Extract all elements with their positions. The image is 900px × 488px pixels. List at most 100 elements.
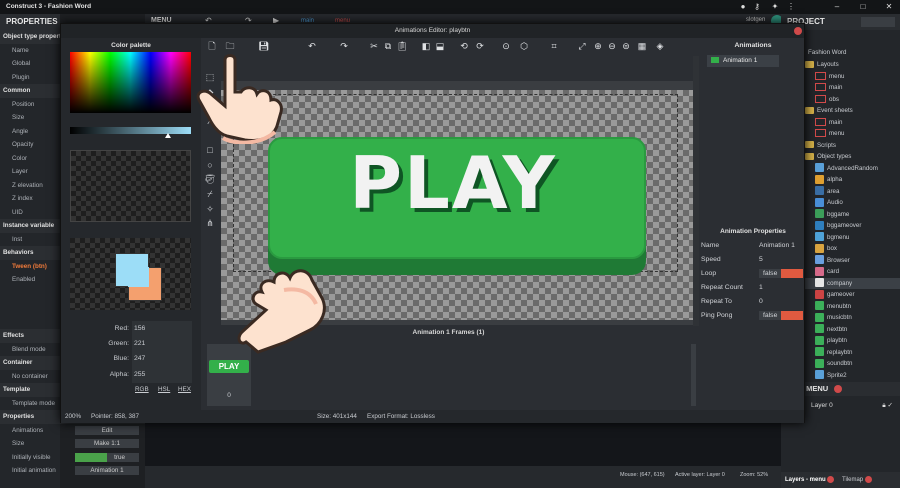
project-item[interactable]: alpha — [801, 174, 900, 186]
paste-icon[interactable]: 📋︎ — [395, 40, 409, 53]
animation-property-value[interactable]: 0 — [759, 295, 763, 309]
flip-horizontal-icon[interactable]: ◧ — [419, 40, 433, 53]
project-item[interactable]: menubtn — [801, 301, 900, 313]
project-item[interactable]: Scripts — [801, 140, 900, 152]
user-icon[interactable]: ● — [738, 2, 748, 12]
animation-property-row[interactable]: Repeat Count 1 — [701, 281, 805, 295]
project-item[interactable]: card — [801, 266, 900, 278]
animation-item[interactable]: Animation 1 — [707, 55, 779, 67]
project-item[interactable]: Sprite2 — [801, 370, 900, 382]
origin-point-icon[interactable]: ✧ — [203, 202, 217, 216]
ellipse-tool-icon[interactable]: ○ — [203, 158, 217, 172]
property-section[interactable]: Instance variable — [0, 219, 60, 233]
project-item[interactable]: box — [801, 243, 900, 255]
property-row[interactable]: Tween (btn) — [0, 260, 60, 274]
property-row[interactable]: Initial animation Animation 1 — [0, 464, 145, 478]
collision-icon[interactable]: ⬡ — [517, 40, 531, 53]
project-item[interactable]: musicbtn — [801, 312, 900, 324]
project-search[interactable] — [861, 17, 895, 27]
project-item[interactable]: Object types — [801, 151, 900, 163]
project-item[interactable]: menu — [801, 71, 900, 83]
animation-property-row[interactable]: Speed 5 — [701, 253, 805, 267]
tab-tilemap-close[interactable] — [864, 475, 872, 483]
rgb-mode[interactable]: RGB — [135, 386, 149, 393]
property-row[interactable]: Layer — [0, 165, 60, 179]
key-icon[interactable]: ⚷ — [752, 2, 762, 12]
brightness-slider[interactable] — [70, 127, 191, 134]
animation-property-row[interactable]: Repeat To 0 — [701, 295, 805, 309]
zoom-in-icon[interactable]: ⊕ — [591, 40, 605, 53]
copy-icon[interactable]: ⧉ — [381, 40, 395, 53]
property-value[interactable]: Edit — [75, 425, 139, 435]
color-spectrum[interactable] — [70, 52, 191, 113]
property-section[interactable]: Object type propert — [0, 30, 61, 44]
project-item[interactable]: obs — [801, 94, 900, 106]
project-item[interactable]: main — [801, 117, 900, 129]
property-value[interactable]: Animation 1 — [75, 466, 139, 475]
project-item[interactable]: menu — [801, 128, 900, 140]
hex-mode[interactable]: HEX — [178, 386, 191, 393]
property-row[interactable]: Inst — [0, 233, 60, 247]
crop-icon[interactable]: ⌗ — [547, 40, 561, 53]
dialog-close-icon[interactable] — [794, 27, 802, 35]
property-value[interactable]: true — [75, 452, 139, 462]
eyedropper-tool-icon[interactable]: ⌿ — [203, 187, 217, 201]
property-row[interactable]: Animations Edit — [0, 424, 145, 438]
property-row[interactable]: Angle — [0, 125, 60, 139]
undo-icon[interactable]: ↶ — [305, 40, 319, 53]
project-item[interactable]: company — [801, 277, 900, 289]
layer-row[interactable]: Layer 0 🔒︎ ✓ — [789, 400, 897, 411]
property-value[interactable]: Make 1:1 — [75, 439, 139, 448]
property-row[interactable]: Size — [0, 111, 60, 125]
property-row[interactable]: Color — [0, 152, 60, 166]
property-row[interactable]: Plugin — [0, 71, 60, 85]
property-row[interactable]: Position — [0, 98, 60, 112]
property-row[interactable]: Opacity — [0, 138, 60, 152]
zoom-out-icon[interactable]: ⊖ — [605, 40, 619, 53]
project-root[interactable]: Fashion Word — [808, 47, 846, 59]
property-row[interactable]: Global — [0, 57, 60, 71]
project-item[interactable]: Layouts — [801, 59, 900, 71]
extension-icon[interactable]: ✦ — [770, 2, 780, 12]
cut-icon[interactable]: ✂ — [367, 40, 381, 53]
minimize-icon[interactable]: – — [832, 2, 842, 12]
project-item[interactable]: Event sheets — [801, 105, 900, 117]
property-row[interactable]: Name — [0, 44, 60, 58]
animation-property-row[interactable]: Ping Pong false — [701, 309, 805, 323]
property-section[interactable]: Behaviors — [0, 246, 60, 260]
grid-icon[interactable]: ▦ — [635, 40, 649, 53]
green-input[interactable]: 221 — [132, 336, 192, 352]
project-item[interactable]: playbtn — [801, 335, 900, 347]
project-item[interactable]: bgmenu — [801, 232, 900, 244]
project-item[interactable]: main — [801, 82, 900, 94]
tab-tilemap[interactable]: Tilemap — [842, 477, 863, 483]
project-item[interactable]: soundbtn — [801, 358, 900, 370]
tab-layers-close[interactable] — [827, 475, 835, 483]
project-item[interactable]: bggameover — [801, 220, 900, 232]
collision-poly-icon[interactable]: ⋔ — [203, 216, 217, 230]
property-row[interactable]: Enabled — [0, 273, 60, 287]
animation-property-value[interactable]: 5 — [759, 253, 763, 267]
project-item[interactable]: AdvancedRandom — [801, 163, 900, 175]
canvas-scrollbar[interactable] — [693, 56, 699, 326]
animation-property-toggle[interactable]: false — [759, 269, 803, 278]
property-row[interactable]: Z elevation — [0, 179, 60, 193]
flip-vertical-icon[interactable]: ⬓ — [433, 40, 447, 53]
hsl-mode[interactable]: HSL — [158, 386, 170, 393]
blue-input[interactable]: 247 — [132, 351, 192, 367]
property-section[interactable]: Common — [0, 84, 60, 98]
bucket-tool-icon[interactable]: 🪣︎ — [203, 172, 217, 186]
project-item[interactable]: bggame — [801, 209, 900, 221]
property-row[interactable]: Z index — [0, 192, 60, 206]
red-input[interactable]: 156 — [132, 321, 192, 337]
resize-icon[interactable]: ⤢ — [575, 40, 589, 53]
origin-icon[interactable]: ⊙ — [499, 40, 513, 53]
close-window-icon[interactable]: ✕ — [884, 2, 894, 12]
redo-icon[interactable]: ↷ — [337, 40, 351, 53]
lock-icon[interactable]: 🔒︎ ✓ — [882, 400, 893, 411]
menu-dots-icon[interactable]: ⋮ — [786, 2, 796, 12]
animation-property-value[interactable]: 1 — [759, 281, 763, 295]
animation-property-row[interactable]: Loop false — [701, 267, 805, 281]
frames-scrollbar[interactable] — [691, 344, 696, 406]
rotate-cw-icon[interactable]: ⟳ — [473, 40, 487, 53]
